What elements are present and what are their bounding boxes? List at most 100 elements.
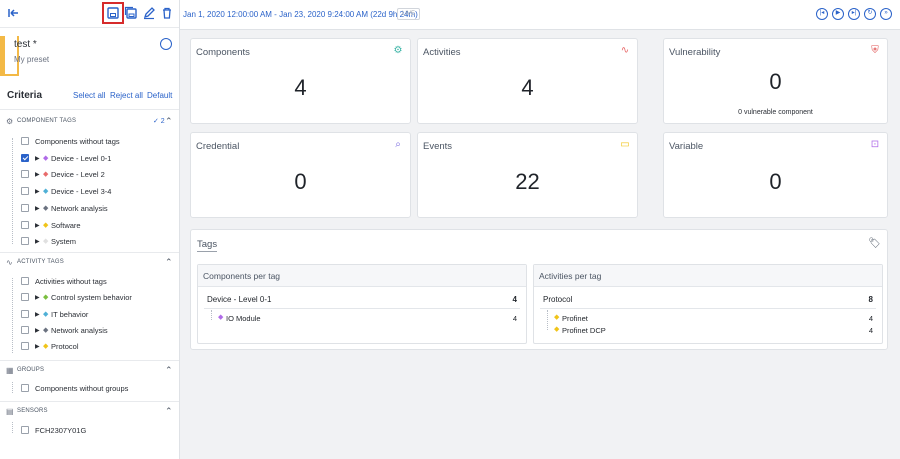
list-item[interactable]: Components without tags [35,137,120,146]
checkbox[interactable] [21,137,29,145]
tags-title-underline [197,251,217,252]
step-back-icon[interactable]: |◂ [816,8,828,20]
section-component-tags[interactable]: ⚙ COMPONENT TAGS ✓ 2 ⌃ [0,113,179,131]
preset-name[interactable]: test * [14,39,37,50]
list-item[interactable]: Components without groups [35,384,128,393]
tag-child-label[interactable]: IO Module [226,314,261,323]
list-item[interactable]: IT behavior [51,310,88,319]
checkbox[interactable] [21,203,29,212]
checkbox[interactable] [21,277,29,285]
time-range[interactable]: Jan 1, 2020 12:00:00 AM - Jan 23, 2020 9… [183,10,418,19]
checkbox[interactable] [21,384,29,392]
checkbox[interactable] [21,293,29,302]
caret-right-icon[interactable]: ▶ [35,222,40,229]
list-item[interactable]: Device - Level 2 [51,170,105,179]
chevron-up-icon[interactable]: ⌃ [165,406,173,417]
chevron-up-icon[interactable]: ⌃ [165,365,173,376]
checkbox[interactable] [21,170,29,179]
tag-row-label[interactable]: Device - Level 0-1 [207,295,271,304]
checkbox[interactable] [21,342,29,351]
reject-all-link[interactable]: Reject all [110,91,143,100]
tag-row-label[interactable]: Protocol [543,295,572,304]
sidebar-toolbar [0,0,179,28]
card-subtitle: 0 vulnerable component [738,109,813,116]
trash-icon[interactable] [160,6,174,20]
stat-card-components[interactable]: Components ⚙ 4 [190,38,411,124]
card-title: Components [196,47,250,58]
list-item[interactable]: Protocol [51,342,79,351]
list-item[interactable]: Software [51,221,81,230]
subpanel-title: Components per tag [203,271,281,281]
list-item[interactable]: Network analysis [51,326,108,335]
stat-card-vulnerability[interactable]: Vulnerability ⛨ 0 0 vulnerable component [663,38,888,124]
save-as-icon[interactable] [124,6,138,20]
tag-child-count: 4 [868,326,873,335]
tag-icon: ◆ [43,188,49,196]
section-title: COMPONENT TAGS [17,118,77,124]
select-all-link[interactable]: Select all [73,91,105,100]
list-item[interactable]: Device - Level 3-4 [51,187,111,196]
components-per-tag-panel: Components per tag Device - Level 0-1 4 … [197,264,527,344]
chevron-up-icon[interactable]: ⌃ [165,257,173,268]
tag-child-label[interactable]: Profinet [562,314,588,323]
card-value: 0 [769,69,782,94]
timeline-bar: Jan 1, 2020 12:00:00 AM - Jan 23, 2020 9… [180,0,900,30]
tag-icon: ◆ [43,238,49,246]
collapse-icon[interactable] [6,6,20,20]
speed-icon[interactable]: » [880,8,892,20]
criteria-bar: Criteria Select all Reject all Default [0,82,179,110]
caret-right-icon[interactable]: ▶ [35,171,40,178]
section-title: GROUPS [17,367,45,373]
tree-guide [12,278,13,353]
save-icon[interactable] [102,2,124,24]
tag-icon: ◆ [43,204,49,212]
stat-card-events[interactable]: Events ▭ 22 [417,132,638,218]
play-icon[interactable]: ▶ [832,8,844,20]
edit-icon[interactable] [142,6,156,20]
caret-right-icon[interactable]: ▶ [35,238,40,245]
tag-child-label[interactable]: Profinet DCP [562,326,606,335]
card-title: Events [423,141,453,152]
subpanel-header: Components per tag [198,265,526,287]
checkbox[interactable] [21,237,29,246]
list-item[interactable]: Activities without tags [35,277,107,286]
tag-icon: ◆ [43,294,49,302]
section-activity-tags[interactable]: ∿ ACTIVITY TAGS ⌃ [0,254,179,272]
chevron-up-icon[interactable]: ⌃ [165,116,173,127]
checkbox[interactable] [21,153,29,162]
checkbox[interactable] [21,426,29,434]
card-title: Credential [196,141,240,152]
default-link[interactable]: Default [147,91,172,100]
live-badge[interactable]: LIVE [397,8,421,20]
tag-row-count: 8 [868,295,873,304]
checkbox[interactable] [21,220,29,229]
caret-right-icon[interactable]: ▶ [35,155,40,162]
caret-right-icon[interactable]: ▶ [35,294,40,301]
caret-right-icon[interactable]: ▶ [35,327,40,334]
card-value: 22 [515,169,540,194]
list-item[interactable]: FCH2307Y01G [35,426,86,435]
checkbox[interactable] [21,309,29,318]
card-value: 0 [769,169,782,194]
stat-card-credential[interactable]: Credential ⌕ 0 [190,132,411,218]
caret-right-icon[interactable]: ▶ [35,205,40,212]
list-item[interactable]: System [51,237,76,246]
globe-icon[interactable] [160,38,172,50]
checkbox[interactable] [21,325,29,334]
stat-card-activities[interactable]: Activities ∿ 4 [417,38,638,124]
tag-row-count: 4 [512,295,517,304]
step-forward-icon[interactable]: ▸| [848,8,860,20]
section-groups[interactable]: ▦ GROUPS ⌃ [0,362,179,380]
stat-card-variable[interactable]: Variable ⊡ 0 [663,132,888,218]
caret-right-icon[interactable]: ▶ [35,188,40,195]
loop-icon[interactable]: ↻ [864,8,876,20]
list-item[interactable]: Device - Level 0-1 [51,154,111,163]
card-value: 4 [521,75,534,100]
section-sensors[interactable]: ▤ SENSORS ⌃ [0,403,179,421]
checkbox[interactable] [21,187,29,196]
list-item[interactable]: Network analysis [51,204,108,213]
list-item[interactable]: Control system behavior [51,293,132,302]
section-title: ACTIVITY TAGS [17,259,64,265]
caret-right-icon[interactable]: ▶ [35,311,40,318]
caret-right-icon[interactable]: ▶ [35,343,40,350]
